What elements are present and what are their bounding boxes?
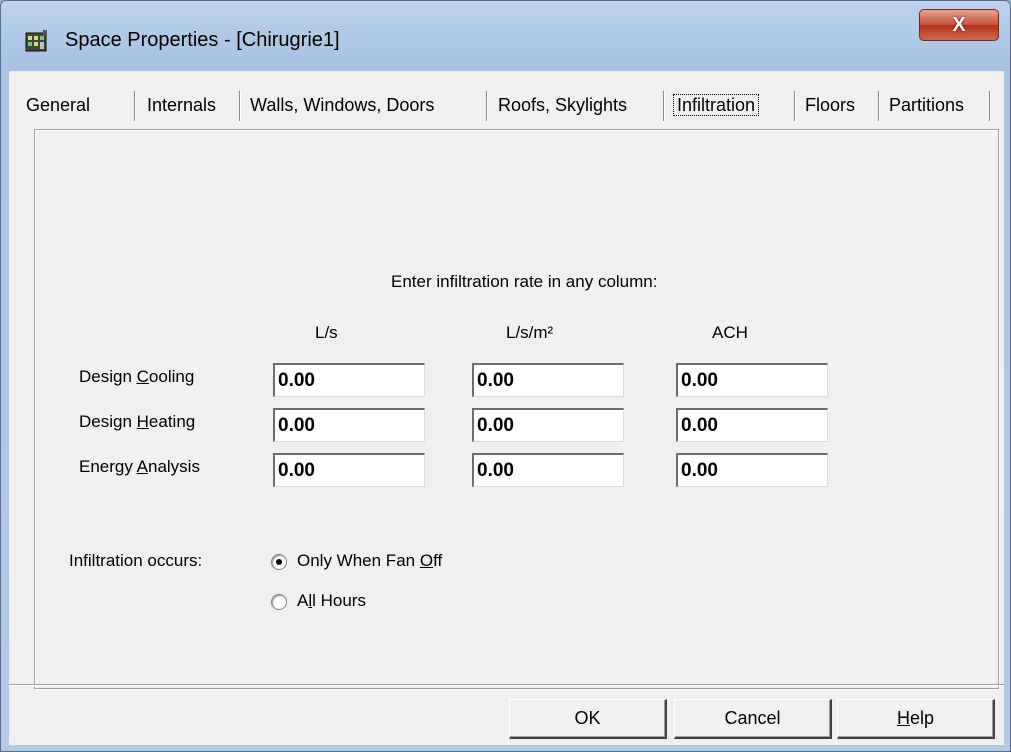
app-icon (25, 30, 47, 52)
tab-divider (989, 91, 991, 121)
tab-internals[interactable]: Internals (147, 85, 216, 125)
heating-lsm2-field[interactable]: 0.00 (472, 408, 624, 442)
row-label-design-heating: Design Heating (79, 412, 196, 431)
tab-partitions[interactable]: Partitions (889, 85, 964, 125)
tab-divider (239, 91, 241, 121)
tab-divider (794, 91, 796, 121)
ok-button[interactable]: OK (509, 699, 667, 739)
energy-ls-field[interactable]: 0.00 (273, 453, 425, 487)
cooling-ls-field[interactable]: 0.00 (273, 363, 425, 397)
heating-ls-field[interactable]: 0.00 (273, 408, 425, 442)
tab-divider (878, 91, 880, 121)
cooling-ach-field[interactable]: 0.00 (676, 363, 828, 397)
radio-only-when-fan-off[interactable]: Only When Fan Off (271, 551, 501, 577)
button-area-divider (9, 684, 1004, 686)
energy-ach-field[interactable]: 0.00 (676, 453, 828, 487)
help-button[interactable]: Help (837, 699, 995, 739)
tab-walls-windows-doors[interactable]: Walls, Windows, Doors (250, 85, 434, 125)
tab-divider (134, 91, 136, 121)
tab-strip: General Internals Walls, Windows, Doors … (9, 85, 1004, 125)
instruction-text: Enter infiltration rate in any column: (391, 272, 658, 291)
radio-button-checked[interactable] (271, 554, 287, 570)
window-title: Space Properties - [Chirugrie1] (65, 29, 340, 51)
column-header-ls: L/s (315, 323, 338, 342)
title-bar[interactable]: Space Properties - [Chirugrie1] X (1, 1, 1010, 71)
close-button[interactable]: X (919, 9, 999, 41)
energy-lsm2-field[interactable]: 0.00 (472, 453, 624, 487)
tab-divider (486, 91, 488, 121)
cooling-lsm2-field[interactable]: 0.00 (472, 363, 624, 397)
radio-all-hours[interactable]: All Hours (271, 591, 401, 617)
radio-button-unchecked[interactable] (271, 594, 287, 610)
row-label-design-cooling: Design Cooling (79, 367, 195, 386)
row-label-energy-analysis: Energy Analysis (79, 457, 200, 476)
column-header-ach: ACH (712, 323, 748, 342)
tab-divider (663, 91, 665, 121)
heating-ach-field[interactable]: 0.00 (676, 408, 828, 442)
tab-infiltration[interactable]: Infiltration (673, 85, 760, 125)
tab-floors[interactable]: Floors (805, 85, 855, 125)
tab-roofs-skylights[interactable]: Roofs, Skylights (498, 85, 627, 125)
dialog-body: General Internals Walls, Windows, Doors … (9, 71, 1004, 745)
space-properties-window: Space Properties - [Chirugrie1] X Genera… (0, 0, 1011, 752)
cancel-button[interactable]: Cancel (674, 699, 832, 739)
tab-general[interactable]: General (26, 85, 90, 125)
column-header-lsm2: L/s/m² (506, 323, 554, 342)
infiltration-occurs-label: Infiltration occurs: (69, 551, 203, 570)
